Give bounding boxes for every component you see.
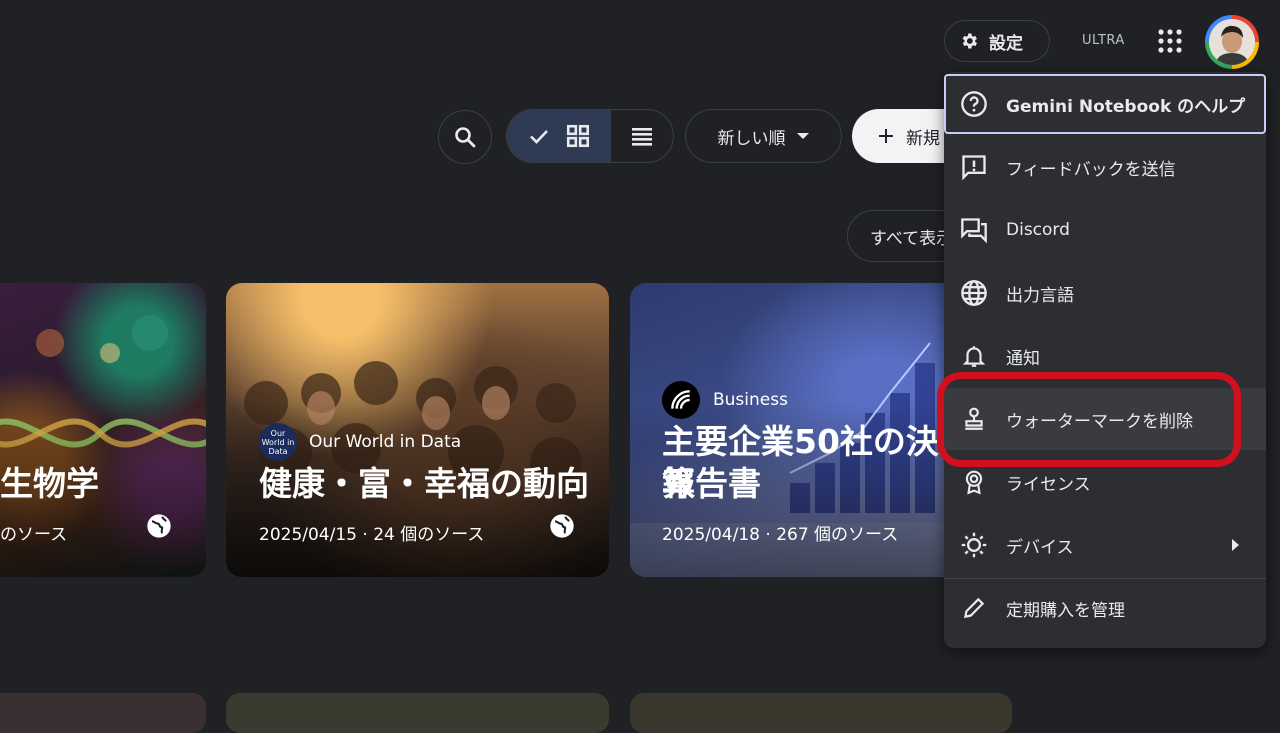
public-globe-icon: [145, 512, 173, 540]
menu-item-label: Gemini Notebook のヘルプ: [1006, 96, 1246, 117]
plus-icon: [878, 128, 894, 144]
gear-icon: [959, 31, 979, 51]
avatar[interactable]: [1205, 15, 1259, 69]
card-title-line2: 報告書: [662, 464, 761, 503]
settings-label: 設定: [989, 33, 1023, 54]
notebook-card[interactable]: Our World in Data Our World in Data 健康・富…: [226, 283, 609, 577]
grid-view-button[interactable]: [507, 110, 611, 162]
menu-item-label: フィードバックを送信: [1006, 159, 1176, 180]
menu-item-label: 通知: [1006, 348, 1040, 369]
notebook-card[interactable]: 生物学 のソース: [0, 283, 206, 577]
notebook-card[interactable]: [226, 693, 609, 733]
chevron-right-icon: [1230, 538, 1240, 552]
settings-button[interactable]: 設定: [944, 20, 1050, 62]
pencil-icon: [958, 592, 990, 624]
account-menu: Gemini Notebook のヘルプ フィードバックを送信 Discord …: [944, 72, 1266, 648]
notebook-card[interactable]: Business 主要企業50社の決算 報告書 2025/04/18 · 267…: [630, 283, 960, 577]
bell-icon: [958, 340, 990, 372]
check-icon: [527, 124, 551, 148]
highlight-ring: [937, 372, 1241, 467]
list-icon: [630, 124, 654, 148]
card-meta: のソース: [0, 525, 68, 545]
card-source: Business: [713, 390, 788, 410]
menu-item-discord[interactable]: Discord: [944, 199, 1266, 261]
apps-grid-icon[interactable]: [1157, 28, 1183, 54]
menu-item-output-language[interactable]: 出力言語: [944, 262, 1266, 324]
list-view-button[interactable]: [611, 110, 673, 162]
globe-icon: [958, 277, 990, 309]
menu-item-help[interactable]: Gemini Notebook のヘルプ: [944, 74, 1266, 134]
search-button[interactable]: [438, 110, 492, 164]
menu-item-manage-subscription[interactable]: 定期購入を管理: [944, 577, 1266, 639]
grid-icon: [565, 123, 591, 149]
menu-item-label: Discord: [1006, 220, 1070, 240]
sort-dropdown[interactable]: 新しい順: [685, 109, 842, 163]
menu-item-devices[interactable]: デバイス: [944, 514, 1266, 576]
menu-item-label: デバイス: [1006, 537, 1074, 558]
podcast-logo-icon: [662, 381, 700, 419]
card-title: 健康・富・幸福の動向: [259, 464, 589, 503]
menu-item-label: 出力言語: [1006, 285, 1074, 306]
license-icon: [958, 466, 990, 498]
help-icon: [958, 88, 990, 120]
plan-badge: ULTRA: [1082, 33, 1125, 48]
menu-item-label: ライセンス: [1006, 474, 1091, 495]
card-source: Our World in Data: [309, 432, 462, 452]
source-logo-text: Our World in Data: [261, 428, 295, 456]
show-all-label: すべて表示: [870, 228, 954, 249]
source-logo: Our World in Data: [259, 423, 297, 461]
sort-label: 新しい順: [717, 128, 786, 149]
new-label: 新規: [906, 128, 940, 149]
notebook-card[interactable]: [0, 693, 206, 733]
card-meta: 2025/04/15 · 24 個のソース: [259, 525, 485, 545]
search-icon: [453, 125, 477, 149]
public-globe-icon: [548, 512, 576, 540]
discord-icon: [958, 214, 990, 246]
caret-down-icon: [796, 131, 810, 141]
view-toggle: [506, 109, 674, 163]
devices-icon: [958, 529, 990, 561]
menu-item-label: 定期購入を管理: [1006, 600, 1125, 621]
feedback-icon: [958, 151, 990, 183]
card-meta: 2025/04/18 · 267 個のソース: [662, 525, 899, 545]
avatar-image: [1209, 19, 1255, 65]
menu-item-feedback[interactable]: フィードバックを送信: [944, 136, 1266, 198]
card-title: 生物学: [0, 464, 99, 503]
notebook-card[interactable]: [630, 693, 1012, 733]
